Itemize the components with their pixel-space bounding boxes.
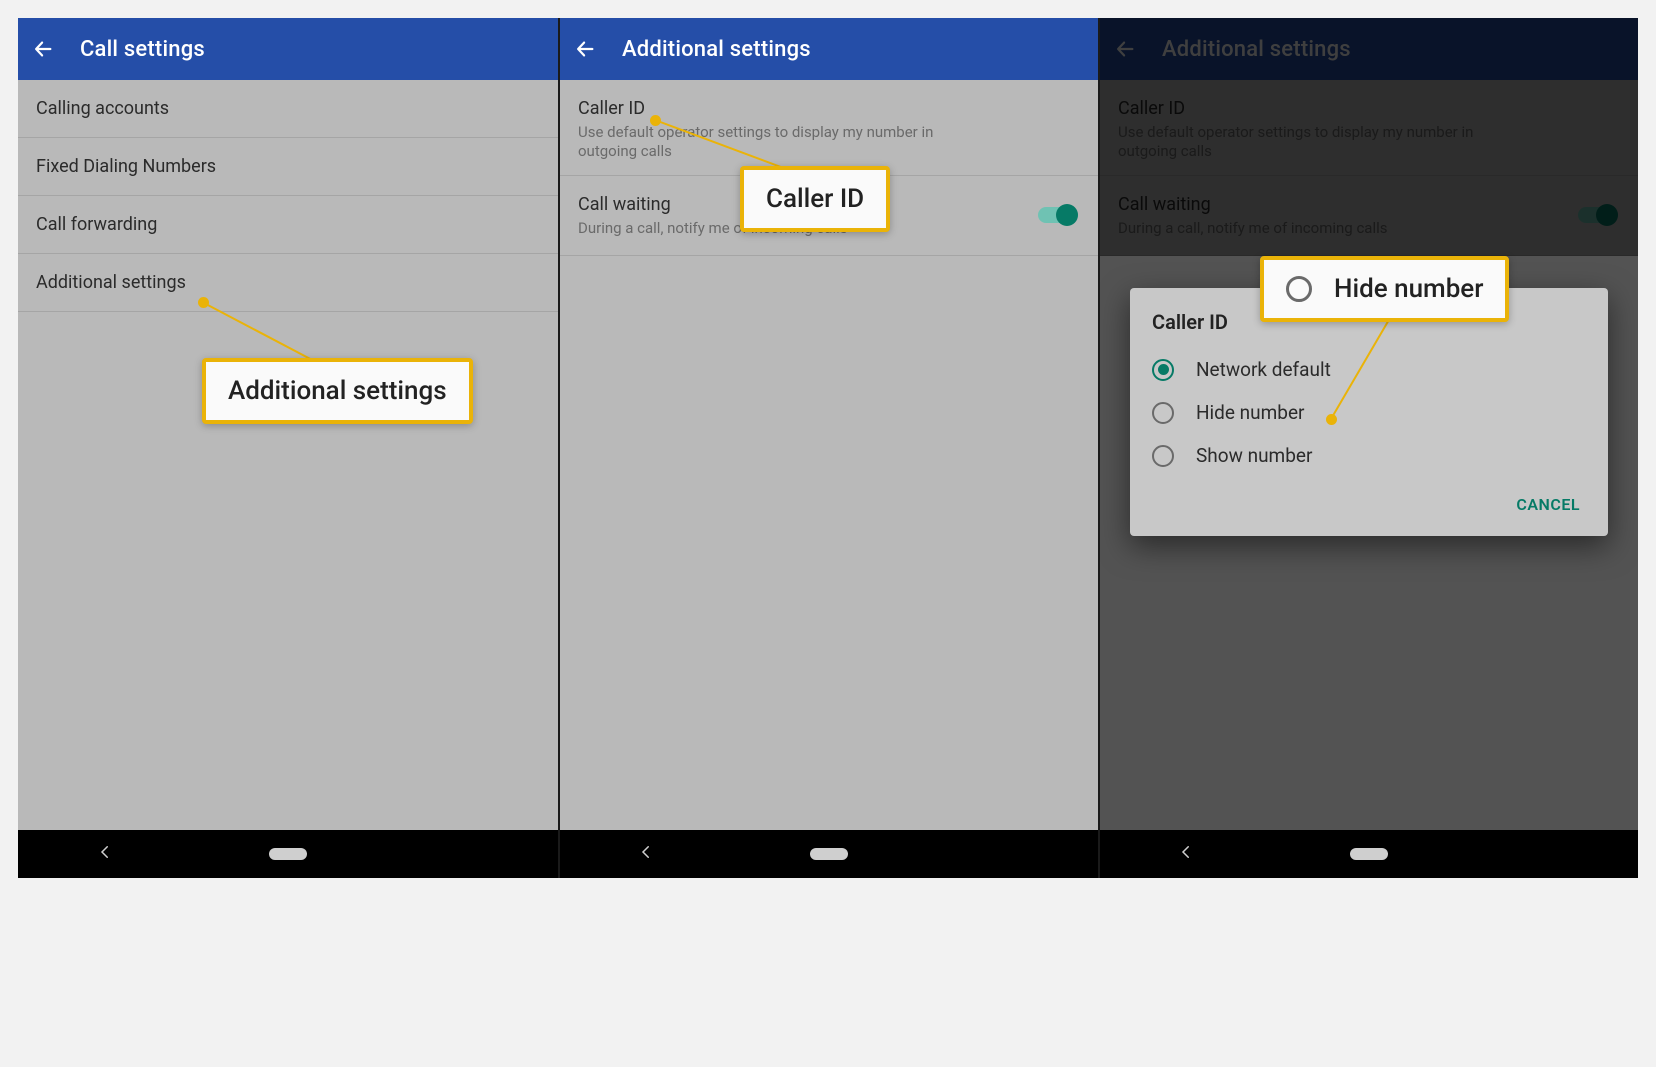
option-show-number[interactable]: Show number — [1152, 434, 1586, 477]
row-call-forwarding[interactable]: Call forwarding — [18, 196, 558, 254]
callout-text: Caller ID — [766, 184, 864, 214]
android-navbar — [18, 830, 558, 878]
pane-additional-settings: Additional settings Caller ID Use defaul… — [558, 18, 1098, 878]
row-label: Fixed Dialing Numbers — [36, 156, 540, 177]
option-label: Hide number — [1196, 401, 1305, 424]
settings-list: Calling accounts Fixed Dialing Numbers C… — [18, 80, 558, 312]
pane-call-settings: Call settings Calling accounts Fixed Dia… — [18, 18, 558, 878]
nav-back-icon[interactable] — [96, 843, 114, 865]
android-navbar — [1100, 830, 1638, 878]
nav-home-pill[interactable] — [269, 848, 307, 860]
option-label: Show number — [1196, 444, 1312, 467]
callout-caller-id: Caller ID — [740, 166, 890, 232]
caller-id-dialog: Caller ID Network default Hide number Sh… — [1130, 288, 1608, 536]
row-sublabel: Use default operator settings to display… — [578, 123, 958, 161]
appbar: Call settings — [18, 18, 558, 80]
row-caller-id[interactable]: Caller ID Use default operator settings … — [560, 80, 1098, 176]
callout-text: Hide number — [1334, 274, 1483, 304]
annotation-dot — [650, 115, 661, 126]
callout-additional-settings: Additional settings — [202, 358, 473, 424]
back-arrow-icon[interactable] — [32, 38, 54, 60]
option-hide-number[interactable]: Hide number — [1152, 391, 1586, 434]
nav-home-pill[interactable] — [1350, 848, 1388, 860]
radio-icon — [1152, 445, 1174, 467]
row-label: Calling accounts — [36, 98, 540, 119]
radio-icon — [1152, 402, 1174, 424]
option-network-default[interactable]: Network default — [1152, 348, 1586, 391]
page-title: Additional settings — [622, 37, 811, 62]
row-additional-settings[interactable]: Additional settings — [18, 254, 558, 312]
appbar: Additional settings — [560, 18, 1098, 80]
pane-caller-id-dialog: Additional settings Caller ID Use defaul… — [1098, 18, 1638, 878]
nav-back-icon[interactable] — [1177, 843, 1195, 865]
toggle-thumb — [1056, 204, 1078, 226]
row-label: Call forwarding — [36, 214, 540, 235]
radio-icon — [1286, 276, 1312, 302]
page-title: Call settings — [80, 37, 205, 62]
nav-home-pill[interactable] — [810, 848, 848, 860]
row-fixed-dialing-numbers[interactable]: Fixed Dialing Numbers — [18, 138, 558, 196]
android-navbar — [560, 830, 1098, 878]
radio-icon — [1152, 359, 1174, 381]
triptych-container: Call settings Calling accounts Fixed Dia… — [18, 18, 1638, 878]
dialog-actions: CANCEL — [1152, 477, 1586, 522]
nav-back-icon[interactable] — [637, 843, 655, 865]
option-label: Network default — [1196, 358, 1331, 381]
callout-text: Additional settings — [228, 376, 447, 406]
call-waiting-toggle[interactable] — [1038, 204, 1078, 226]
annotation-dot — [1326, 414, 1337, 425]
cancel-button[interactable]: CANCEL — [1510, 487, 1586, 522]
row-calling-accounts[interactable]: Calling accounts — [18, 80, 558, 138]
row-label: Additional settings — [36, 272, 540, 293]
callout-hide-number: Hide number — [1260, 256, 1509, 322]
annotation-dot — [198, 297, 209, 308]
back-arrow-icon[interactable] — [574, 38, 596, 60]
